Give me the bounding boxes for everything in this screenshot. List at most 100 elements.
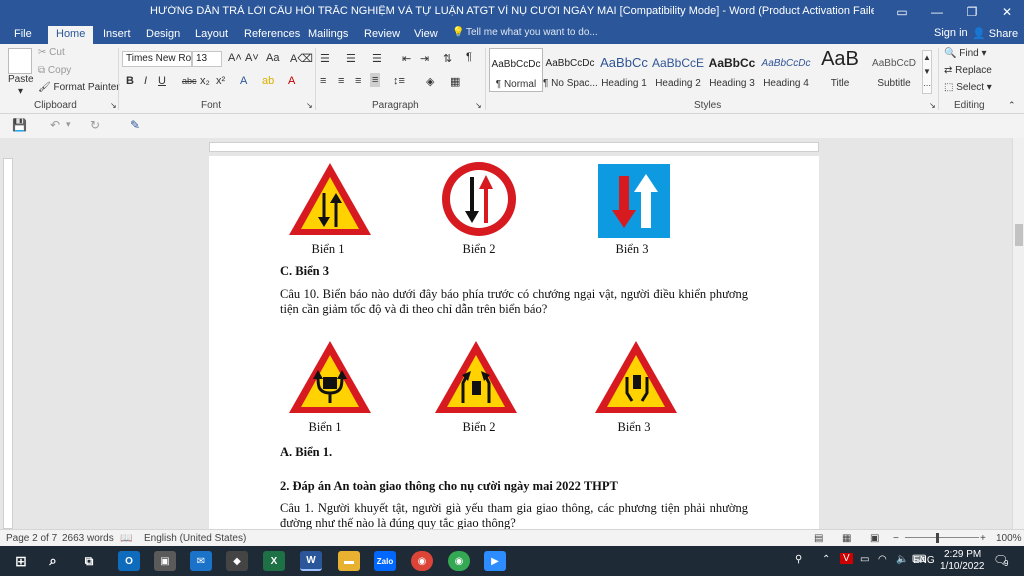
- align-left-icon[interactable]: ≡: [320, 75, 326, 87]
- style-normal[interactable]: AaBbCcDc ¶ Normal: [489, 48, 543, 92]
- italic-icon[interactable]: I: [144, 75, 147, 87]
- file-explorer-icon[interactable]: ▬: [338, 551, 360, 571]
- share-button[interactable]: 👤 Share: [972, 27, 1018, 40]
- show-marks-icon[interactable]: ¶: [466, 51, 472, 63]
- font-color-icon[interactable]: A: [288, 75, 295, 87]
- people-icon[interactable]: ⚲: [795, 554, 802, 565]
- ribbon-display-icon[interactable]: ▭: [885, 0, 919, 24]
- tab-design[interactable]: Design: [138, 26, 188, 44]
- zoom-level[interactable]: 100%: [996, 533, 1022, 544]
- replace-button[interactable]: ⇄ Replace: [944, 65, 992, 76]
- windows-start-icon[interactable]: ⊞: [10, 551, 32, 571]
- mail-icon[interactable]: ✉: [190, 551, 212, 571]
- align-right-icon[interactable]: ≡: [355, 75, 361, 87]
- shading-icon[interactable]: ◈: [426, 75, 434, 88]
- clipboard-launcher-icon[interactable]: ↘: [110, 101, 117, 110]
- customize-qat-icon[interactable]: ✎: [130, 118, 140, 132]
- style-heading-1[interactable]: AaBbCc Heading 1: [597, 48, 651, 92]
- font-name-combo[interactable]: Times New Ro: [122, 51, 192, 67]
- redo-icon[interactable]: ↻: [90, 118, 100, 132]
- style-no-spacing[interactable]: AaBbCcDc ¶ No Spac...: [543, 48, 597, 92]
- numbering-icon[interactable]: ☰: [346, 52, 356, 65]
- close-button[interactable]: ✕: [990, 0, 1024, 24]
- shrink-font-icon[interactable]: A˅: [245, 52, 259, 64]
- tab-review[interactable]: Review: [356, 26, 408, 44]
- strikethrough-icon[interactable]: abc: [182, 76, 197, 86]
- underline-icon[interactable]: U: [158, 75, 166, 87]
- print-layout-icon[interactable]: ▦: [842, 533, 851, 544]
- style-title[interactable]: AaB Title: [813, 48, 867, 92]
- save-icon[interactable]: 💾: [12, 118, 27, 132]
- line-spacing-icon[interactable]: ↕≡: [393, 75, 405, 87]
- store-icon[interactable]: ▣: [154, 551, 176, 571]
- style-heading-2[interactable]: AaBbCcE Heading 2: [651, 48, 705, 92]
- chevron-up-icon[interactable]: ⌃: [822, 554, 830, 565]
- multilevel-list-icon[interactable]: ☰: [372, 52, 382, 65]
- proofing-icon[interactable]: 📖: [120, 533, 132, 544]
- align-center-icon[interactable]: ≡: [338, 75, 344, 87]
- find-button[interactable]: 🔍 Find ▾: [944, 48, 987, 59]
- zoom-slider[interactable]: [905, 537, 979, 538]
- language[interactable]: English (United States): [144, 533, 246, 544]
- tab-references[interactable]: References: [236, 26, 308, 44]
- decrease-indent-icon[interactable]: ⇤: [402, 52, 411, 65]
- tab-layout[interactable]: Layout: [187, 26, 236, 44]
- zoom-in-icon[interactable]: +: [980, 533, 986, 544]
- excel-icon[interactable]: X: [263, 551, 285, 571]
- volume-icon[interactable]: 🔈: [896, 554, 908, 565]
- clear-formatting-icon[interactable]: A⌫: [290, 52, 313, 65]
- zoom-out-icon[interactable]: −: [893, 533, 899, 544]
- maximize-button[interactable]: ❐: [955, 0, 989, 24]
- battery-icon[interactable]: ▭: [860, 554, 869, 565]
- chrome-profile-icon[interactable]: ◉: [448, 551, 470, 571]
- style-heading-3[interactable]: AaBbCc Heading 3: [705, 48, 759, 92]
- borders-icon[interactable]: ▦: [450, 75, 460, 88]
- scrollbar-thumb[interactable]: [1015, 224, 1023, 246]
- sort-icon[interactable]: ⇅: [443, 52, 452, 65]
- font-launcher-icon[interactable]: ↘: [306, 101, 313, 110]
- web-layout-icon[interactable]: ▣: [870, 533, 879, 544]
- grow-font-icon[interactable]: A˄: [228, 52, 242, 64]
- increase-indent-icon[interactable]: ⇥: [420, 52, 429, 65]
- minimize-button[interactable]: —: [920, 0, 954, 24]
- bold-icon[interactable]: B: [126, 75, 134, 87]
- read-mode-icon[interactable]: ▤: [814, 533, 823, 544]
- styles-launcher-icon[interactable]: ↘: [929, 101, 936, 110]
- format-painter-button[interactable]: 🖌 Format Painter: [38, 82, 120, 93]
- undo-icon[interactable]: ↶: [50, 118, 60, 132]
- v-app-icon[interactable]: V: [840, 553, 853, 564]
- select-button[interactable]: ⬚ Select ▾: [944, 82, 992, 93]
- superscript-icon[interactable]: x²: [216, 75, 225, 87]
- undo-dropdown-icon[interactable]: ▾: [66, 119, 71, 130]
- font-size-combo[interactable]: 13: [192, 51, 222, 67]
- tab-file[interactable]: File: [6, 26, 40, 44]
- vertical-ruler[interactable]: [3, 158, 13, 529]
- chrome-icon[interactable]: ◉: [411, 551, 433, 571]
- sign-in-link[interactable]: Sign in: [934, 27, 968, 39]
- subscript-icon[interactable]: x₂: [200, 75, 210, 87]
- horizontal-ruler[interactable]: [209, 142, 819, 152]
- document-page[interactable]: Biển 1 Biển 2 Biển 3 C. Biển 3 Câu 10. B…: [209, 156, 819, 529]
- search-icon[interactable]: ⌕: [42, 551, 64, 571]
- highlight-icon[interactable]: ab: [262, 75, 274, 87]
- zoom-app-icon[interactable]: ▶: [484, 551, 506, 571]
- copy-button[interactable]: ⧉ Copy: [38, 65, 71, 76]
- clock-date[interactable]: 1/10/2022: [940, 561, 985, 572]
- paragraph-launcher-icon[interactable]: ↘: [475, 101, 482, 110]
- tab-view[interactable]: View: [406, 26, 446, 44]
- tab-insert[interactable]: Insert: [95, 26, 139, 44]
- lang-indicator[interactable]: ENG: [913, 555, 935, 566]
- tab-home[interactable]: Home: [48, 26, 94, 44]
- word-count[interactable]: 2663 words: [62, 533, 114, 544]
- style-heading-4[interactable]: AaBbCcDc Heading 4: [759, 48, 813, 92]
- styles-scroll-icon[interactable]: ▲ ▼ ⋯: [922, 50, 932, 94]
- tab-mailings[interactable]: Mailings: [300, 26, 356, 44]
- outlook-icon[interactable]: O: [118, 551, 140, 571]
- change-case-icon[interactable]: Aa: [266, 52, 279, 64]
- justify-icon[interactable]: ≡: [370, 73, 381, 87]
- app-icon[interactable]: ◆: [226, 551, 248, 571]
- paste-dropdown-icon[interactable]: ▾: [18, 86, 23, 97]
- vertical-scrollbar[interactable]: [1012, 138, 1024, 529]
- bullets-icon[interactable]: ☰: [320, 52, 330, 65]
- word-icon[interactable]: W: [300, 551, 322, 571]
